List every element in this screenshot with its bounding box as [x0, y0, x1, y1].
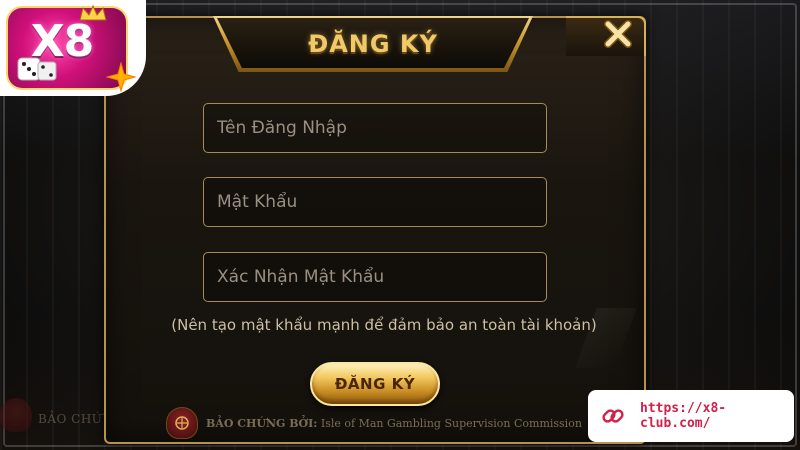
crown-icon	[79, 4, 107, 21]
password-field[interactable]	[203, 177, 547, 227]
link-icon	[602, 409, 624, 423]
site-url: https://x8-club.com/	[640, 401, 727, 431]
close-button[interactable]	[596, 14, 640, 54]
x8-logo: X8	[0, 0, 146, 98]
username-field[interactable]	[203, 103, 547, 153]
license-label: BẢO CHỨNG BỞI:	[206, 416, 318, 430]
dice-icon	[17, 57, 57, 81]
password-hint: (Nên tạo mật khẩu mạnh để đảm bảo an toà…	[171, 316, 597, 334]
site-link[interactable]: https://x8-club.com/	[588, 390, 794, 442]
username-input[interactable]	[217, 104, 546, 152]
password-input[interactable]	[217, 178, 546, 226]
background-seal-icon	[0, 398, 32, 432]
confirm-password-field[interactable]	[203, 252, 547, 302]
close-icon	[604, 20, 632, 48]
license-text: BẢO CHỨNG BỞI: Isle of Man Gambling Supe…	[206, 417, 582, 430]
star-icon	[106, 62, 136, 92]
license-authority: Isle of Man Gambling Supervision Commiss…	[320, 416, 582, 430]
background-license-text: BẢO CHỨ	[38, 412, 103, 426]
dialog-title: ĐĂNG KÝ	[308, 30, 438, 58]
register-button[interactable]: ĐĂNG KÝ	[310, 362, 440, 406]
license-footer: BẢO CHỨNG BỞI: Isle of Man Gambling Supe…	[166, 407, 606, 439]
confirm-password-input[interactable]	[217, 253, 546, 301]
seal-icon	[166, 407, 198, 439]
